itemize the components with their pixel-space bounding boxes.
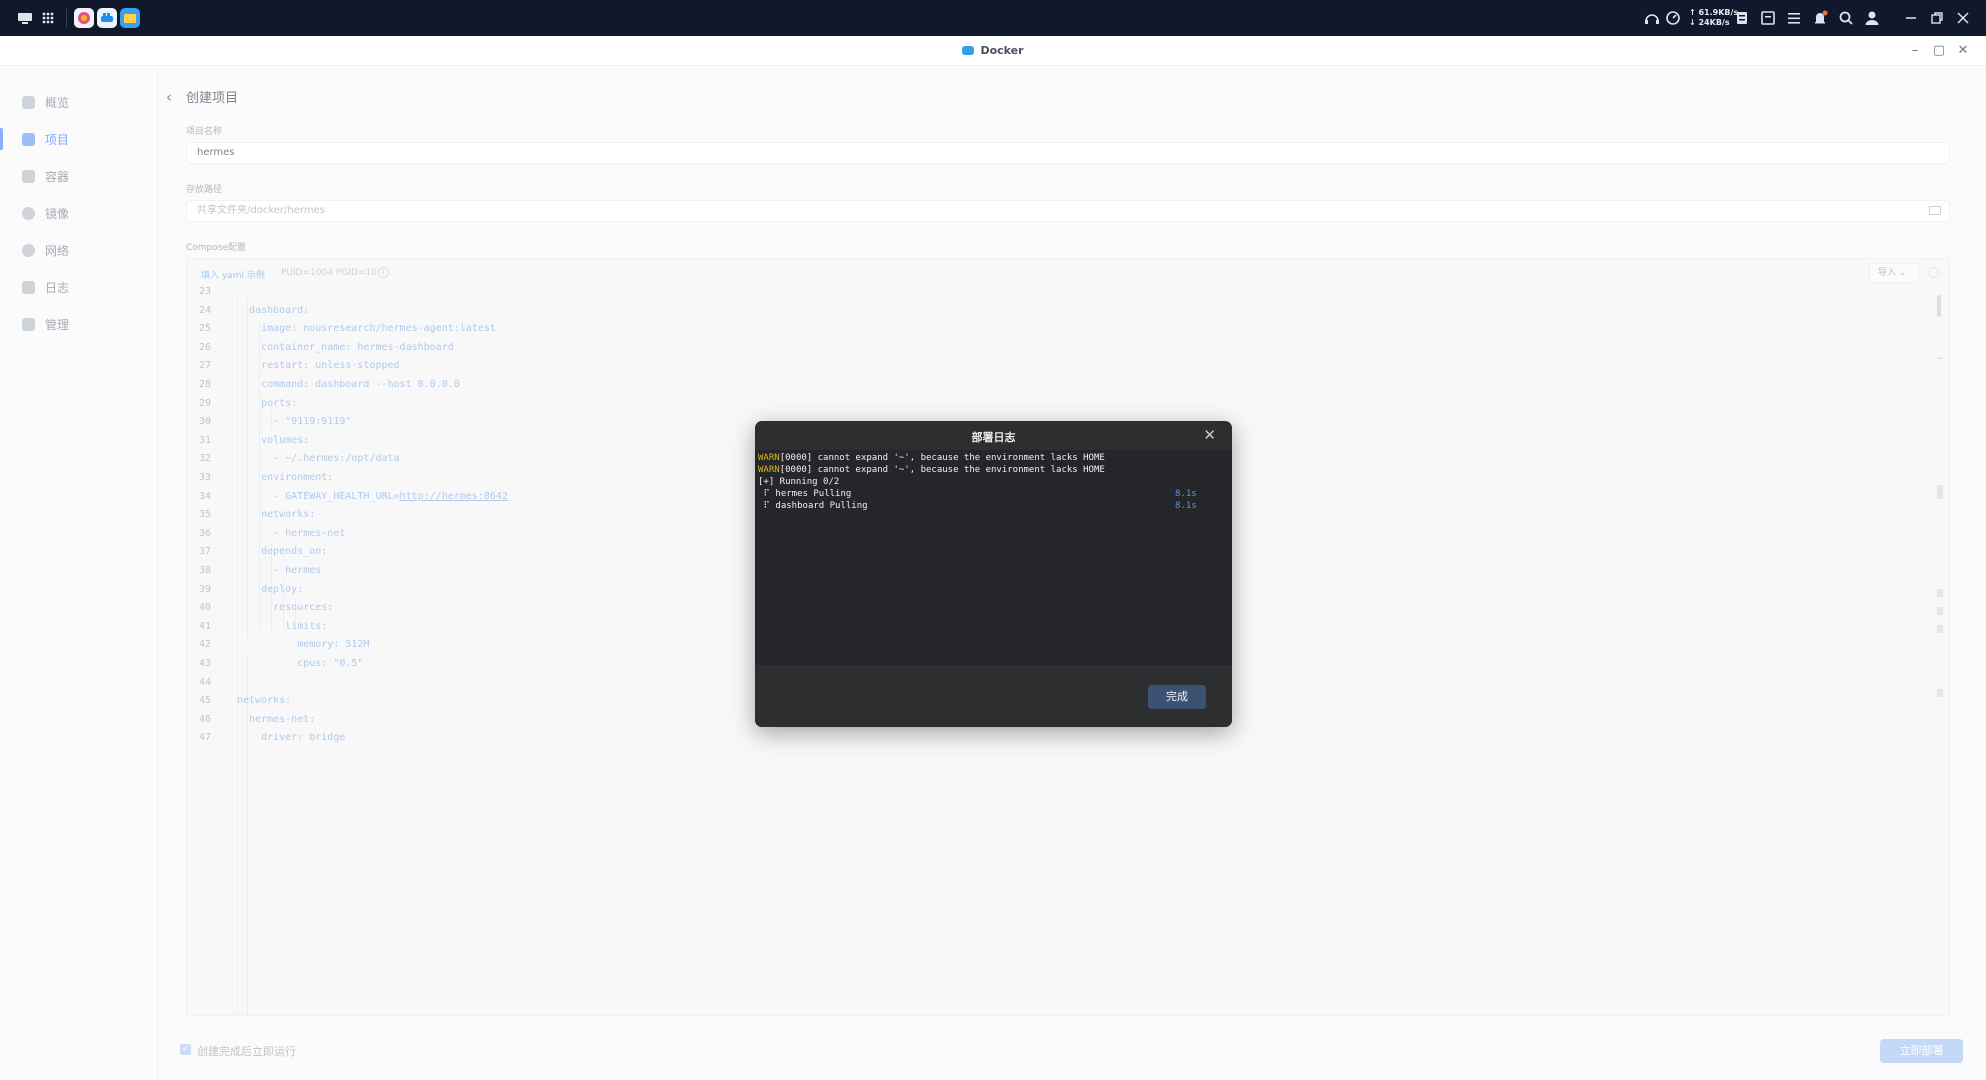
notification-bell-icon[interactable] [1811,9,1829,27]
gauge-icon[interactable] [1664,9,1682,27]
log-line: ⠏ hermes Pulling 8.1s [758,488,1229,500]
log-line: WARN[0000] cannot expand '~', because th… [758,464,1229,476]
log-line: [+] Running 0/2 [758,476,1229,488]
log-text: [0000] cannot expand '~', because the en… [779,465,1105,475]
photos-app-icon[interactable] [74,8,94,28]
deploy-log-dialog: 部署日志 ✕ WARN[0000] cannot expand '~', bec… [755,421,1232,727]
headset-icon[interactable] [1643,9,1661,27]
settings-sliders-icon[interactable] [1785,9,1803,27]
show-desktop-icon[interactable] [16,9,34,27]
download-speed: ↓ 24KB/s [1689,18,1730,27]
log-text: ⠏ dashboard Pulling [758,501,868,511]
dialog-title: 部署日志 [971,431,1016,444]
app-grid-icon[interactable] [39,9,57,27]
log-line: WARN[0000] cannot expand '~', because th… [758,452,1229,464]
close-icon[interactable]: ✕ [1203,426,1216,444]
restore-all-icon[interactable] [1928,9,1946,27]
log-text: ⠏ hermes Pulling [758,489,852,499]
files-app-icon[interactable] [120,8,140,28]
user-avatar-icon[interactable] [1863,9,1881,27]
log-text: [+] Running 0/2 [758,477,840,487]
taskbar-divider [66,9,67,27]
log-elapsed-time: 8.1s [1175,501,1197,511]
deploy-log-output: WARN[0000] cannot expand '~', because th… [755,450,1232,665]
docker-app-icon[interactable] [97,8,117,28]
upload-speed: ↑ 61.9KB/s [1689,8,1739,17]
log-warn-prefix: WARN [758,465,780,475]
network-speed: ↑ 61.9KB/s ↓ 24KB/s [1689,8,1738,28]
minimize-all-icon[interactable] [1902,9,1920,27]
log-warn-prefix: WARN [758,453,780,463]
dialog-header: 部署日志 ✕ [755,421,1232,450]
dialog-footer: 完成 [755,665,1232,727]
clipboard-icon[interactable] [1759,9,1777,27]
log-elapsed-time: 8.1s [1175,489,1197,499]
system-taskbar: ↑ 61.9KB/s ↓ 24KB/s [0,0,1986,36]
storage-icon[interactable] [1733,9,1751,27]
log-line: ⠏ dashboard Pulling 8.1s [758,500,1229,512]
close-all-icon[interactable] [1954,9,1972,27]
search-icon[interactable] [1837,9,1855,27]
done-button[interactable]: 完成 [1148,685,1206,709]
log-text: [0000] cannot expand '~', because the en… [779,453,1105,463]
